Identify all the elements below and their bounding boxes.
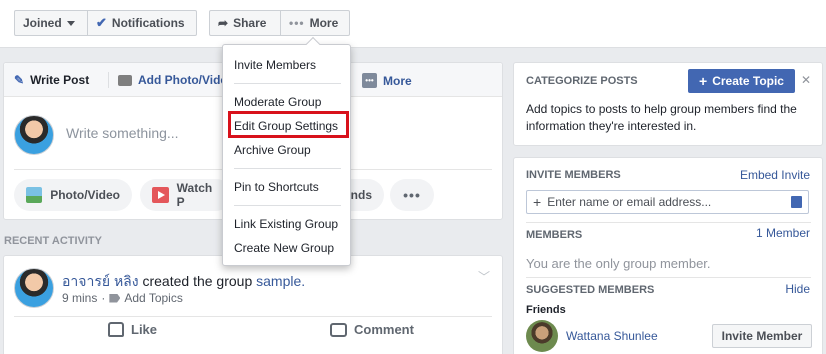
friends-label: Friends (526, 304, 566, 316)
photo-video-button[interactable]: Photo/Video (14, 179, 132, 211)
menu-item-edit-group-settings[interactable]: Edit Group Settings (234, 119, 338, 133)
more-square-icon: ••• (362, 73, 377, 88)
more-dropdown-menu: Invite Members Moderate Group Edit Group… (222, 36, 351, 266)
watch-party-button[interactable]: Watch P (140, 179, 232, 211)
timestamp[interactable]: 9 mins (62, 291, 97, 305)
hide-suggestions-link[interactable]: Hide (785, 282, 810, 296)
tab-divider (108, 72, 109, 88)
like-label: Like (131, 322, 158, 337)
menu-item-create-new-group[interactable]: Create New Group (234, 241, 334, 255)
menu-separator (234, 205, 341, 206)
tag-icon (109, 293, 121, 303)
friend-name-link[interactable]: Wattana Shunlee (566, 329, 658, 343)
categorize-posts-card: CATEGORIZE POSTS + Create Topic ✕ Add to… (513, 62, 823, 146)
tag-friends-label: nds (350, 188, 372, 202)
menu-item-pin-to-shortcuts[interactable]: Pin to Shortcuts (234, 180, 319, 194)
menu-separator (234, 168, 341, 169)
share-arrow-icon: ➦ (218, 16, 229, 30)
notifications-label: Notifications (111, 16, 185, 30)
joined-button[interactable]: Joined (14, 10, 88, 36)
comment-bubble-icon (330, 322, 347, 337)
members-count-link[interactable]: 1 Member (756, 226, 810, 240)
composer-input[interactable]: Write something... (66, 125, 179, 141)
avatar[interactable] (526, 320, 558, 352)
dot-separator: · (101, 291, 106, 305)
invite-search-input[interactable]: + Enter name or email address... (526, 190, 809, 214)
close-icon[interactable]: ✕ (801, 73, 811, 87)
menu-item-moderate-group[interactable]: Moderate Group (234, 95, 321, 109)
joined-label: Joined (23, 16, 62, 30)
tab-add-photo-video[interactable]: Add Photo/Vide (118, 73, 227, 87)
story-headline: อาจารย์ หลิง created the group sample. (62, 271, 305, 293)
recent-activity-heading: RECENT ACTIVITY (4, 235, 102, 247)
divider (526, 222, 811, 223)
more-label: More (309, 16, 339, 30)
members-title: MEMBERS (526, 229, 583, 241)
menu-item-invite-members[interactable]: Invite Members (234, 58, 316, 72)
menu-separator (234, 83, 341, 84)
divider (14, 316, 492, 317)
only-member-text: You are the only group member. (526, 256, 711, 271)
more-button[interactable]: ••• More (280, 10, 350, 36)
embed-invite-link[interactable]: Embed Invite (740, 168, 810, 182)
notifications-button[interactable]: ✔ Notifications (87, 10, 197, 36)
watch-party-icon (152, 187, 169, 203)
add-topics-link[interactable]: Add Topics (124, 291, 182, 305)
menu-item-archive-group[interactable]: Archive Group (234, 143, 311, 157)
like-button[interactable]: Like (108, 322, 157, 337)
create-topic-label: Create Topic (712, 74, 784, 88)
author-link[interactable]: อาจารย์ หลิง (62, 273, 139, 289)
tab-write-post-label: Write Post (30, 73, 90, 87)
photo-icon (26, 187, 43, 203)
share-label: Share (233, 16, 267, 30)
group-header-bar: Joined ✔ Notifications ➦ Share ••• More (0, 0, 826, 48)
story-action-text: created the group (142, 273, 253, 289)
story-meta: 9 mins · Add Topics (62, 291, 183, 305)
address-book-icon[interactable] (791, 196, 802, 208)
activity-story: อาจารย์ หลิง created the group sample. 9… (3, 255, 503, 354)
chevron-down-icon (66, 20, 75, 26)
tab-write-post[interactable]: ✎ Write Post (14, 73, 89, 87)
group-link[interactable]: sample. (256, 273, 305, 289)
plus-icon: + (699, 73, 708, 89)
camera-icon (118, 74, 132, 86)
invite-title: INVITE MEMBERS (526, 169, 621, 181)
composer-more-button[interactable]: ••• (390, 179, 434, 211)
divider (526, 277, 811, 278)
tab-more-label: More (383, 73, 412, 88)
chevron-down-icon[interactable]: ﹀ (478, 268, 490, 285)
comment-button[interactable]: Comment (330, 322, 414, 337)
tab-add-photo-label: Add Photo/Vide (138, 73, 228, 87)
suggested-members-title: SUGGESTED MEMBERS (526, 284, 655, 296)
watch-party-label: Watch P (176, 181, 213, 209)
invite-members-card: INVITE MEMBERS Embed Invite + Enter name… (513, 157, 823, 354)
share-button[interactable]: ➦ Share (209, 10, 281, 36)
create-topic-button[interactable]: + Create Topic (688, 69, 795, 93)
avatar (14, 115, 54, 155)
more-dots-icon: ••• (289, 16, 305, 30)
categorize-title: CATEGORIZE POSTS (526, 75, 638, 87)
invite-input-placeholder: Enter name or email address... (547, 195, 712, 209)
menu-item-link-existing-group[interactable]: Link Existing Group (234, 217, 338, 231)
categorize-description: Add topics to posts to help group member… (526, 102, 797, 133)
tab-more[interactable]: ••• More (362, 73, 412, 88)
more-dots-icon: ••• (403, 187, 421, 203)
checkmark-icon: ✔ (96, 15, 107, 30)
photo-video-label: Photo/Video (50, 188, 120, 202)
comment-label: Comment (354, 322, 414, 337)
avatar[interactable] (14, 268, 54, 308)
thumbs-up-icon (108, 322, 124, 337)
plus-icon: + (533, 194, 542, 210)
pencil-icon: ✎ (14, 73, 25, 87)
invite-member-button[interactable]: Invite Member (712, 324, 812, 348)
